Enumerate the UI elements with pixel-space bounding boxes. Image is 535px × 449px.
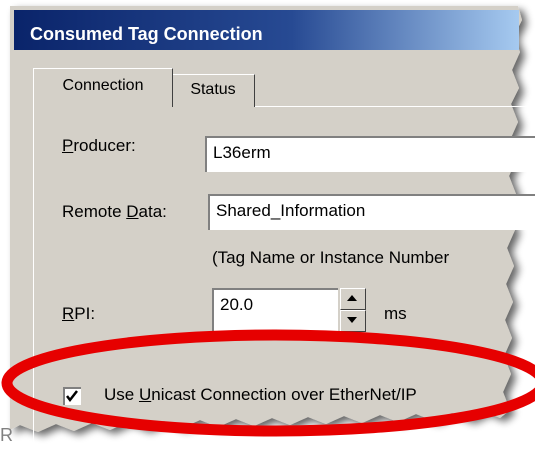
- tab-status-label: Status: [190, 81, 236, 98]
- remote-data-label: Remote Data:: [62, 202, 167, 221]
- consumed-tag-connection-dialog: Consumed Tag Connection Connection Statu…: [0, 0, 535, 449]
- unicast-label[interactable]: Use Unicast Connection over EtherNet/IP: [104, 385, 417, 405]
- rpi-spinner[interactable]: [340, 288, 366, 332]
- arrow-up-icon: [347, 295, 357, 301]
- tab-status[interactable]: Status: [171, 74, 255, 107]
- rpi-input[interactable]: 20.0: [212, 288, 338, 332]
- title-bar: Consumed Tag Connection: [14, 10, 519, 50]
- remote-data-hint: (Tag Name or Instance Number: [212, 248, 450, 267]
- arrow-down-icon: [347, 317, 357, 323]
- spin-up-button[interactable]: [340, 288, 366, 310]
- stray-letter: R: [0, 425, 13, 445]
- tab-connection[interactable]: Connection: [33, 68, 173, 107]
- unicast-checkbox[interactable]: [63, 387, 81, 405]
- remote-data-input[interactable]: Shared_Information: [208, 194, 535, 230]
- window-title: Consumed Tag Connection: [30, 24, 263, 44]
- rpi-label: RPI:: [62, 304, 96, 323]
- producer-input[interactable]: L36erm: [205, 136, 535, 172]
- spin-down-button[interactable]: [340, 310, 366, 332]
- rpi-unit: ms: [384, 304, 407, 323]
- tab-connection-label: Connection: [62, 77, 144, 94]
- producer-label: Producer:: [62, 136, 136, 155]
- checkmark-icon: [66, 390, 78, 403]
